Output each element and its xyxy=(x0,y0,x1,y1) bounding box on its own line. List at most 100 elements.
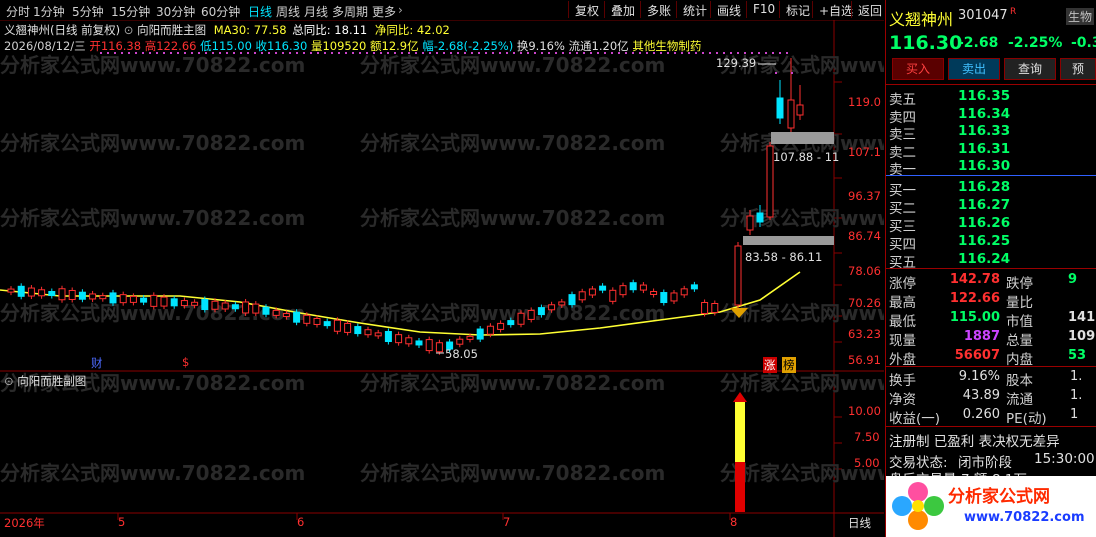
bar-date: 2026/08/12/三 xyxy=(4,39,86,53)
marker-dot xyxy=(779,52,781,54)
diejia-button[interactable]: 叠加 xyxy=(604,1,641,18)
indicator-settings-icon[interactable]: ⊙ xyxy=(124,23,134,37)
duozhang-button[interactable]: 多账 xyxy=(640,1,677,18)
tab-1min[interactable]: 1分钟 xyxy=(33,3,65,20)
candle-body xyxy=(27,287,35,297)
tab-30min[interactable]: 30分钟 xyxy=(156,3,195,20)
candle-body xyxy=(282,313,290,318)
zone-lower-label: 83.58 - 86.11 xyxy=(745,250,823,264)
stat-value: 1. xyxy=(1070,388,1083,403)
candle-body xyxy=(58,288,66,301)
candle-body xyxy=(313,317,321,325)
bar-open: 开116.38 xyxy=(89,39,142,53)
sell-button[interactable]: 卖出 xyxy=(948,58,1000,80)
marker-dot xyxy=(786,52,788,54)
bid-price[interactable]: 116.27 xyxy=(958,197,1010,213)
right-cut-value: -0.3 xyxy=(1071,35,1096,51)
limit-up-tag[interactable]: 涨 xyxy=(763,357,777,373)
tab-15min[interactable]: 15分钟 xyxy=(111,3,150,20)
candle-body xyxy=(690,284,698,290)
bid-label: 买三 xyxy=(889,219,916,235)
stat-value: 141 xyxy=(1068,310,1096,325)
bid-price[interactable]: 116.25 xyxy=(958,233,1010,249)
sub-bar-yellow xyxy=(735,402,745,462)
sub-indicator-name[interactable]: 向阳而胜副图 xyxy=(17,374,86,388)
bar-volume: 量109520 xyxy=(310,39,367,53)
stat-label: 市值 xyxy=(1006,314,1033,330)
ask-price[interactable]: 116.35 xyxy=(958,88,1010,104)
bar-high: 高122.66 xyxy=(144,39,197,53)
watermark-text: 分析家公式网www.70822.com xyxy=(360,53,665,77)
bid-price[interactable]: 116.26 xyxy=(958,215,1010,231)
candle-body xyxy=(599,285,607,291)
watermark-text: 分析家公式网www.70822.com xyxy=(0,206,305,230)
candle-body xyxy=(384,331,392,343)
stat-label: 收益(一) xyxy=(889,411,941,427)
jing-tongbi: 净同比: 42.02 xyxy=(374,23,450,37)
marker-dot xyxy=(765,52,767,54)
watermark-text: 分析家公式网www.70822.com xyxy=(720,206,884,230)
indicator-name[interactable]: 向阳而胜主图 xyxy=(137,23,206,37)
f10-button[interactable]: F10 xyxy=(746,1,781,18)
tab-60min[interactable]: 60分钟 xyxy=(201,3,240,20)
tab-more[interactable]: 更多 xyxy=(372,3,396,20)
ask-price[interactable]: 116.30 xyxy=(958,158,1010,174)
query-button[interactable]: 查询 xyxy=(1004,58,1056,80)
ranking-tag[interactable]: 榜 xyxy=(782,357,796,373)
ask-price[interactable]: 116.34 xyxy=(958,106,1010,122)
bid-label: 买四 xyxy=(889,237,916,253)
x-axis-label: 8 xyxy=(730,515,738,529)
candle-body xyxy=(78,291,86,300)
finance-tag[interactable]: 财 xyxy=(91,355,103,371)
x-axis-label: 2026年 xyxy=(4,516,45,530)
candle-body xyxy=(660,292,668,304)
back-button[interactable]: 返回 xyxy=(851,1,888,18)
ask-price[interactable]: 116.31 xyxy=(958,141,1010,157)
kline-chart-area[interactable]: 分析家公式网www.70822.com 分析家公式网www.70822.com 分析… xyxy=(0,20,884,537)
buy-button[interactable]: 买入 xyxy=(892,58,944,80)
tab-multi-period[interactable]: 多周期 xyxy=(332,3,368,20)
yu-button[interactable]: 预 xyxy=(1060,58,1096,80)
huaxian-button[interactable]: 画线 xyxy=(710,1,747,18)
candle-body xyxy=(180,300,188,307)
candle-body xyxy=(527,309,535,320)
candle-body xyxy=(650,291,658,296)
candle-body xyxy=(466,335,474,340)
ask-price[interactable]: 116.33 xyxy=(958,123,1010,139)
more-arrow-icon: › xyxy=(398,3,403,17)
stat-label: PE(动) xyxy=(1006,411,1047,427)
stat-label: 现量 xyxy=(889,333,916,349)
marker-dot xyxy=(702,52,704,54)
candle-body xyxy=(619,285,627,296)
price-label: 86.74 xyxy=(848,229,881,243)
sub-indicator-icon[interactable]: ⊙ xyxy=(4,374,14,388)
period-label[interactable]: 日线 xyxy=(848,515,871,531)
after-hours-row: 盘后交易量:7 额:8.1万 xyxy=(889,468,1027,476)
tab-monthly[interactable]: 月线 xyxy=(304,3,328,20)
candle-body xyxy=(191,301,199,306)
price-label: 96.37 xyxy=(848,189,881,203)
tab-5min[interactable]: 5分钟 xyxy=(72,3,104,20)
price-label: 70.26 xyxy=(848,296,881,310)
tab-weekly[interactable]: 周线 xyxy=(276,3,300,20)
tongji-button[interactable]: 统计 xyxy=(676,1,713,18)
bar-sector: 其他生物制药 xyxy=(632,39,702,53)
stat-value: 1887 xyxy=(963,329,1000,344)
candle-body xyxy=(588,288,596,296)
bid-price[interactable]: 116.24 xyxy=(958,251,1010,267)
biaoji-button[interactable]: 标记 xyxy=(779,1,816,18)
tab-daily[interactable]: 日线 xyxy=(248,3,272,20)
bar-float: 流通1.20亿 xyxy=(568,39,629,53)
fuquan-button[interactable]: 复权 xyxy=(568,1,605,18)
candle-body xyxy=(170,298,178,307)
candle-body xyxy=(160,296,168,307)
stat-label: 换手 xyxy=(889,373,916,389)
watermark-text: 分析家公式网www.70822.com xyxy=(360,131,665,155)
bid-price[interactable]: 116.28 xyxy=(958,179,1010,195)
sub-axis-label: 5.00 xyxy=(854,456,880,470)
dividend-tag[interactable]: $ xyxy=(182,355,189,369)
sector-button-cut[interactable]: 生物 xyxy=(1066,8,1095,25)
candle-body xyxy=(354,326,362,335)
bar-change: 幅-2.68(-2.25%) xyxy=(422,39,514,53)
tab-fenshi[interactable]: 分时 xyxy=(6,3,30,20)
